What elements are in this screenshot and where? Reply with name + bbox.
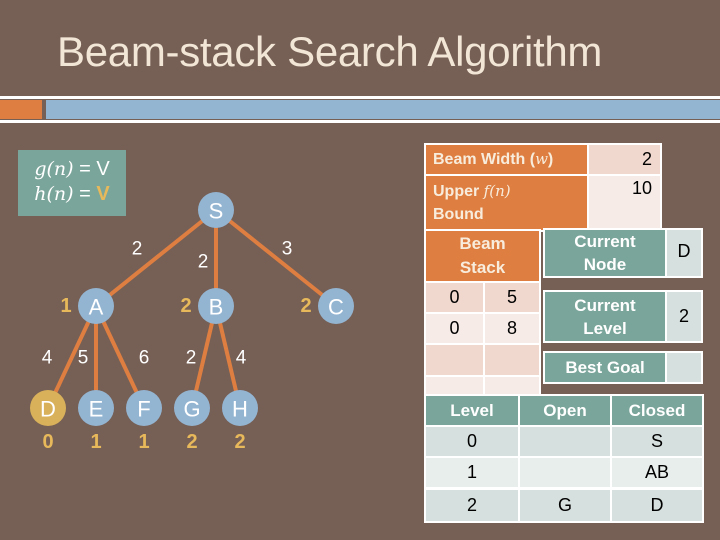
edge-cost-label: 2 xyxy=(186,348,197,369)
edge-cost-label: 4 xyxy=(236,348,247,369)
levels-table-cell: AB xyxy=(612,458,702,487)
heuristic-label: 2 xyxy=(180,295,191,317)
current-node-value: D xyxy=(667,230,701,276)
beam-width-value: 2 xyxy=(589,145,660,174)
node-label: S xyxy=(209,199,224,224)
upper-bound-value: 10 xyxy=(589,176,660,230)
beam-stack-cell xyxy=(426,377,483,395)
node-label: F xyxy=(137,397,150,422)
edge-cost-label: 5 xyxy=(78,348,89,369)
levels-table-cell: 0 xyxy=(426,427,518,456)
beam-stack-cell: 8 xyxy=(485,314,539,343)
heuristic-label: 2 xyxy=(234,431,245,453)
edge-cost-label: 6 xyxy=(139,348,150,369)
upper-bound-label: Upper f(n) Bound xyxy=(426,176,587,230)
beam-stack-cell: 0 xyxy=(426,283,483,312)
heuristic-label: 1 xyxy=(60,295,71,317)
bound-text: Bound xyxy=(433,206,484,223)
beam-stack-cell xyxy=(485,377,539,395)
current-level-label: Current Level xyxy=(545,292,665,341)
levels-table-cell: 1 xyxy=(426,458,518,487)
paren-close: ) xyxy=(547,151,554,168)
levels-table-cell: D xyxy=(612,490,702,521)
levels-table-cell: 2 xyxy=(426,490,518,521)
heuristic-label: 1 xyxy=(138,431,149,453)
node-label: G xyxy=(183,397,200,422)
beam-stack-cell: 0 xyxy=(426,314,483,343)
heuristic-label: 1 xyxy=(90,431,101,453)
beam-width-variable: w xyxy=(535,150,548,168)
beam-stack-cell xyxy=(485,345,539,375)
edge-cost-label: 2 xyxy=(132,239,143,260)
best-goal-value xyxy=(667,353,701,382)
edge-cost-label: 3 xyxy=(282,239,293,260)
heuristic-label: 0 xyxy=(42,431,53,453)
upper-text: Upper xyxy=(433,183,484,200)
levels-table-cell: S xyxy=(612,427,702,456)
beam-stack-header: Beam Stack xyxy=(426,231,539,281)
edge-cost-label: 4 xyxy=(42,348,53,369)
beam-width-label: Beam Width (w) xyxy=(426,145,587,174)
node-label: H xyxy=(232,397,248,422)
edge-S-C xyxy=(214,208,338,308)
current-level-value: 2 xyxy=(667,292,701,341)
heuristic-label: 2 xyxy=(186,431,197,453)
node-label: E xyxy=(89,397,104,422)
node-label: C xyxy=(328,295,344,320)
column-header-closed: Closed xyxy=(612,396,702,425)
current-node-label: Current Node xyxy=(545,230,665,276)
f-function-label: f(n) xyxy=(483,182,511,200)
levels-table-cell: G xyxy=(520,490,610,521)
node-label: B xyxy=(209,295,224,320)
best-goal-label: Best Goal xyxy=(545,353,665,382)
heuristic-label: 2 xyxy=(300,295,311,317)
beam-width-text: Beam Width ( xyxy=(433,151,536,168)
edge-cost-label: 2 xyxy=(198,252,209,273)
node-label: D xyxy=(40,397,56,422)
beam-stack-cell xyxy=(426,345,483,375)
levels-table-cell xyxy=(520,427,610,456)
node-label: A xyxy=(89,295,104,320)
beam-stack-cell: 5 xyxy=(485,283,539,312)
column-header-open: Open xyxy=(520,396,610,425)
column-header-level: Level xyxy=(426,396,518,425)
levels-table-cell xyxy=(520,458,610,487)
